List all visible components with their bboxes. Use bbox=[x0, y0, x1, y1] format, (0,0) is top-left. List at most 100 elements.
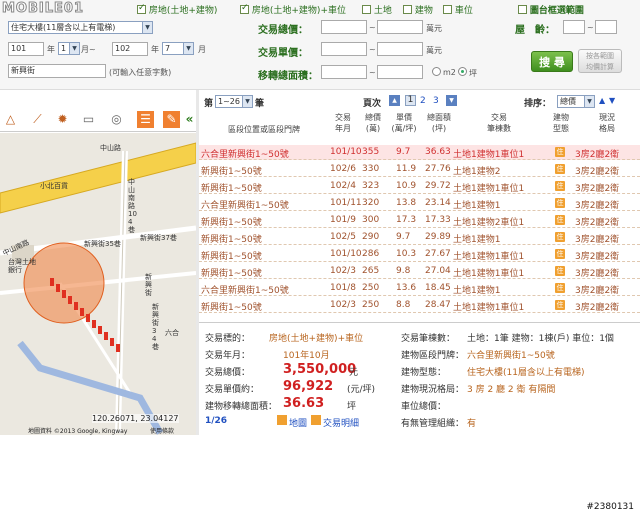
map-marker-icon[interactable] bbox=[277, 415, 287, 425]
col-count[interactable]: 交易 筆棟數 bbox=[469, 112, 529, 134]
cell-count: 土地1建物1 bbox=[453, 201, 501, 211]
cell-date: 102/3 bbox=[330, 266, 356, 276]
col-date[interactable]: 交易 年月 bbox=[328, 112, 358, 134]
building-type-select[interactable]: 住宅大樓(11層含以上有電梯) ▼ bbox=[8, 21, 153, 34]
table-row[interactable]: 新興街1~50號 101/10 286 10.3 27.67 土地1建物1車位1 3房2廳2… bbox=[199, 247, 640, 262]
list-icon[interactable]: ☰ bbox=[137, 111, 154, 128]
col-type[interactable]: 建物 型態 bbox=[546, 112, 576, 134]
checkbox-icon[interactable] bbox=[443, 5, 452, 14]
building-type-badge: 住 bbox=[555, 147, 565, 157]
col-area[interactable]: 總面積 (坪) bbox=[421, 112, 457, 134]
col-address[interactable]: 區段位置或區段門牌 bbox=[201, 124, 327, 135]
next-page-icon[interactable]: ▼ bbox=[446, 95, 457, 106]
page-2[interactable]: 2 bbox=[420, 96, 426, 106]
detail-doc-icon[interactable] bbox=[311, 415, 321, 425]
cell-count: 土地1建物2 bbox=[453, 167, 501, 177]
building-type-badge: 住 bbox=[555, 300, 565, 310]
col-layout[interactable]: 現況 格局 bbox=[587, 112, 627, 134]
road-input[interactable]: 新興街 bbox=[8, 64, 106, 78]
pages-label: 頁次 bbox=[363, 99, 382, 109]
checkbox-icon[interactable] bbox=[362, 5, 371, 14]
unit-price-max-input[interactable] bbox=[377, 42, 423, 56]
table-row[interactable]: 新興街1~50號 102/3 250 8.8 28.47 土地1建物1車位1 3房2廳2衛住 bbox=[199, 298, 640, 313]
checkbox-icon[interactable] bbox=[403, 5, 412, 14]
detail-total-label: 交易總價： bbox=[205, 368, 251, 378]
detail-count-label: 交易筆棟數： bbox=[401, 334, 456, 344]
cell-date: 101/8 bbox=[330, 283, 356, 293]
cell-unit: 17.3 bbox=[396, 215, 417, 225]
to-year-input[interactable]: 102 bbox=[112, 42, 148, 56]
map-view[interactable]: 小北百貨 中山南路 新興街35巷 新興街37巷 台灣土地銀行 中山南路104巷 … bbox=[0, 133, 196, 435]
type-checkbox-land-building-parking[interactable]: 房地(土地+建物)+車位 bbox=[240, 3, 346, 16]
table-row[interactable]: 新興街1~50號 102/3 265 9.8 27.04 土地1建物1車位1 3房2廳2衛住 bbox=[199, 264, 640, 279]
cell-unit: 10.3 bbox=[396, 249, 417, 259]
map-label: 六合 bbox=[165, 329, 179, 337]
from-month-select[interactable]: 1 ▼ bbox=[58, 42, 80, 55]
prev-page-icon[interactable]: ▲ bbox=[389, 95, 400, 106]
checkbox-icon[interactable] bbox=[137, 3, 146, 14]
table-row[interactable]: 新興街1~50號 101/9 300 17.3 17.33 土地1建物2車位1 3房2廳2衛… bbox=[199, 213, 640, 228]
average-calc-button[interactable]: 按各範圍 均價計算 bbox=[578, 49, 622, 73]
cell-unit: 9.8 bbox=[396, 266, 411, 276]
total-price-max-input[interactable] bbox=[377, 20, 423, 34]
pager: 第 1~26 ▼ 筆 頁次 ▲ 1 2 3 ▼ 排序： 總價 ▼ ▲ ▼ bbox=[204, 95, 616, 109]
sort-desc-icon[interactable]: ▼ bbox=[609, 96, 615, 105]
edit-icon[interactable]: ✎ bbox=[163, 111, 180, 128]
table-row[interactable]: 六合里新興街1~50號 101/11 320 13.8 23.14 土地1建物1 3房2廳2… bbox=[199, 196, 640, 211]
sort-label: 排序： bbox=[524, 99, 552, 109]
sort-asc-icon[interactable]: ▲ bbox=[599, 96, 605, 105]
table-row[interactable]: 六合里新興街1~50號 101/8 250 13.6 18.45 土地1建物1 3房2廳2衛… bbox=[199, 281, 640, 296]
unit-m2-radio[interactable] bbox=[432, 67, 441, 76]
collapse-icon[interactable]: « bbox=[184, 111, 195, 128]
map-label: 新興街35巷 bbox=[84, 240, 121, 248]
from-year-input[interactable]: 101 bbox=[8, 42, 44, 56]
table-row[interactable]: 新興街1~50號 102/4 323 10.9 29.72 土地1建物1車位1 3房2廳2衛… bbox=[199, 179, 640, 194]
area-min-input[interactable] bbox=[321, 65, 367, 79]
sort-select[interactable]: 總價 ▼ bbox=[557, 95, 595, 108]
type-checkbox-land-building[interactable]: 房地(土地+建物) bbox=[137, 3, 217, 16]
range-select[interactable]: 1~26 ▼ bbox=[215, 95, 253, 108]
building-type-badge: 住 bbox=[555, 283, 565, 293]
year-label: 年 bbox=[47, 45, 55, 54]
detail-date-label: 交易年月： bbox=[205, 351, 251, 361]
building-type-badge: 住 bbox=[555, 164, 565, 174]
detail-mgmt-label: 有無管理組織： bbox=[401, 419, 465, 429]
detail-detail-link[interactable]: 交易明細 bbox=[323, 416, 359, 429]
col-total[interactable]: 總價 (萬) bbox=[359, 112, 387, 134]
map-range-checkbox[interactable]: 圖台框選範圍 bbox=[518, 3, 584, 16]
cell-address: 新興街1~50號 bbox=[201, 303, 262, 313]
select-rect-icon[interactable]: ▭ bbox=[80, 111, 97, 128]
map-label: 中山南路104巷 bbox=[128, 178, 137, 234]
page-3[interactable]: 3 bbox=[433, 96, 439, 106]
age-min-input[interactable] bbox=[563, 20, 585, 34]
detail-map-link[interactable]: 地圖 bbox=[289, 416, 307, 429]
checkbox-icon[interactable] bbox=[518, 5, 527, 14]
checkbox-icon[interactable] bbox=[240, 3, 249, 14]
map-terms-link[interactable]: 使用條款 bbox=[150, 426, 174, 435]
unit-ping-radio[interactable] bbox=[458, 67, 467, 76]
page-1[interactable]: 1 bbox=[405, 95, 416, 106]
table-row[interactable]: 六合里新興街1~50號 101/10 355 9.7 36.63 土地1建物1車位1 3房2… bbox=[199, 145, 640, 160]
select-circle-icon[interactable]: ◎ bbox=[108, 111, 125, 128]
map-label: 新興街37巷 bbox=[140, 234, 177, 242]
cell-layout: 3房2廳2衛 bbox=[575, 286, 620, 296]
draw-polygon-icon[interactable]: △ bbox=[2, 111, 19, 128]
measure-icon[interactable]: ⟋ bbox=[29, 111, 46, 128]
building-type-badge: 住 bbox=[555, 198, 565, 208]
area-max-input[interactable] bbox=[377, 65, 423, 79]
cell-unit: 11.9 bbox=[396, 164, 417, 174]
search-button[interactable]: 搜 尋 bbox=[531, 51, 573, 72]
type-checkbox-building[interactable]: 建物 bbox=[403, 3, 433, 16]
type-checkbox-land[interactable]: 土地 bbox=[362, 3, 392, 16]
table-row[interactable]: 新興街1~50號 102/5 290 9.7 29.89 土地1建物1 3房2廳2衛住 bbox=[199, 230, 640, 245]
type-checkbox-parking[interactable]: 車位 bbox=[443, 3, 473, 16]
age-max-input[interactable] bbox=[595, 20, 617, 34]
cell-layout: 3房2廳2衛 bbox=[575, 218, 620, 228]
table-row[interactable]: 新興街1~50號 102/6 330 11.9 27.76 土地1建物2 3房2廳2衛住 bbox=[199, 162, 640, 177]
total-price-min-input[interactable] bbox=[321, 20, 367, 34]
cell-layout: 3房2廳2衛 bbox=[575, 167, 620, 177]
unit-price-min-input[interactable] bbox=[321, 42, 367, 56]
col-unit[interactable]: 單價 (萬/坪) bbox=[387, 112, 421, 134]
location-pin-icon[interactable]: ✹ bbox=[54, 111, 71, 128]
to-month-select[interactable]: 7 ▼ bbox=[162, 42, 194, 55]
